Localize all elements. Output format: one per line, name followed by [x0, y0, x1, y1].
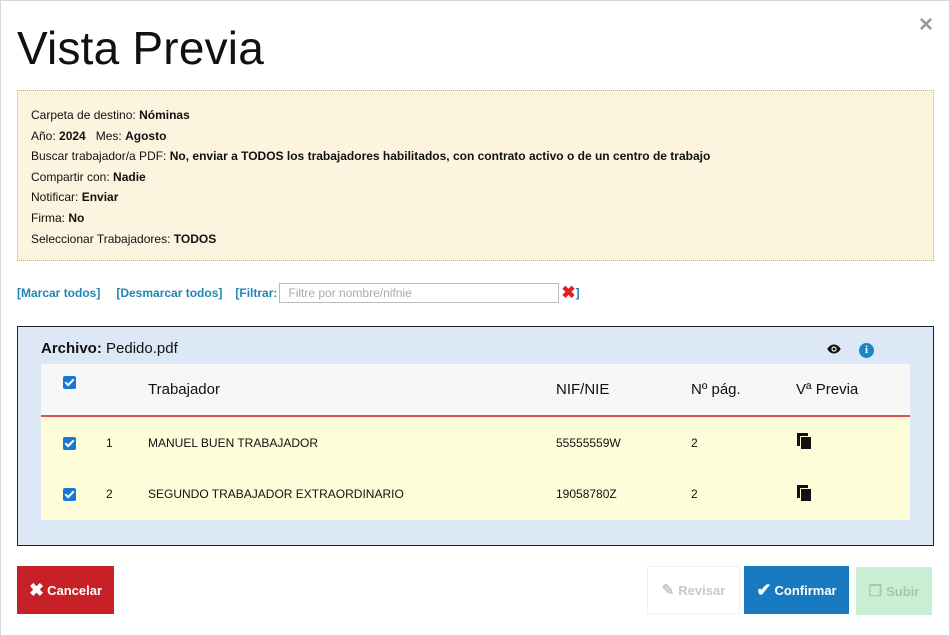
- cancel-button[interactable]: ✖ Cancelar: [17, 566, 114, 614]
- row-number: 1: [106, 435, 113, 450]
- info-icon[interactable]: i: [859, 343, 874, 358]
- table-row: 1 MANUEL BUEN TRABAJADOR 55555559W 2: [41, 417, 910, 468]
- file-name: Pedido.pdf: [106, 340, 178, 357]
- summary-notify: Notificar: Enviar: [31, 190, 119, 205]
- summary-share: Compartir con: Nadie: [31, 169, 146, 184]
- table-row: 2 SEGUNDO TRABAJADOR EXTRAORDINARIO 1905…: [41, 468, 910, 520]
- summary-sign: Firma: No: [31, 210, 85, 225]
- table-header: Trabajador NIF/NIE Nº pág. Vª Previa: [41, 364, 910, 417]
- file-panel: Archivo: Pedido.pdf i Trabajador NIF/NIE…: [17, 326, 934, 546]
- row-nif: 19058780Z: [556, 487, 617, 501]
- review-button[interactable]: ✎ Revisar: [647, 566, 740, 614]
- row-checkbox[interactable]: [63, 436, 76, 450]
- selection-controls: [Marcar todos] [Desmarcar todos] [Filtra…: [17, 283, 580, 303]
- header-preview: Vª Previa: [796, 381, 859, 398]
- row-pages: 2: [691, 435, 698, 450]
- filter-close-bracket: ]: [575, 286, 580, 300]
- header-worker: Trabajador: [148, 381, 220, 398]
- summary-box: Carpeta de destino: Nóminas Año: 2024 Me…: [17, 90, 934, 261]
- copy-icon: ❐: [868, 583, 883, 600]
- summary-select: Seleccionar Trabajadores: TODOS: [31, 231, 217, 246]
- eye-icon[interactable]: [827, 344, 841, 354]
- check-icon: ✔: [756, 579, 772, 600]
- unmark-all-link[interactable]: [Desmarcar todos]: [116, 286, 222, 300]
- copy-document-icon[interactable]: [797, 433, 812, 449]
- summary-period: Año: 2024 Mes: Agosto: [31, 128, 167, 143]
- copy-document-icon[interactable]: [797, 484, 812, 501]
- workers-table: Trabajador NIF/NIE Nº pág. Vª Previa 1 M…: [41, 364, 910, 520]
- filter-input[interactable]: [279, 283, 560, 303]
- row-nif: 55555559W: [556, 435, 621, 450]
- header-pages: Nº pág.: [691, 381, 741, 398]
- dialog-title: Vista Previa: [17, 22, 264, 74]
- summary-search: Buscar trabajador/a PDF: No, enviar a TO…: [31, 149, 711, 164]
- filter-label: [Filtrar:: [235, 286, 278, 300]
- clear-filter-icon[interactable]: ✖: [561, 283, 575, 303]
- pencil-icon: ✎: [661, 582, 675, 599]
- upload-button[interactable]: ❐ Subir: [856, 567, 932, 615]
- select-all-checkbox[interactable]: [63, 375, 76, 389]
- summary-folder: Carpeta de destino: Nóminas: [31, 108, 190, 122]
- close-button[interactable]: ×: [919, 13, 933, 37]
- row-name: MANUEL BUEN TRABAJADOR: [148, 435, 319, 450]
- mark-all-link[interactable]: [Marcar todos]: [17, 286, 100, 300]
- row-number: 2: [106, 487, 113, 501]
- row-checkbox[interactable]: [63, 488, 76, 502]
- confirm-button[interactable]: ✔ Confirmar: [744, 566, 849, 614]
- row-pages: 2: [691, 487, 698, 501]
- row-name: SEGUNDO TRABAJADOR EXTRAORDINARIO: [148, 487, 404, 501]
- header-nif: NIF/NIE: [556, 381, 610, 398]
- file-title: Archivo: Pedido.pdf: [41, 340, 178, 357]
- preview-dialog: × Vista Previa Carpeta de destino: Nómin…: [0, 0, 950, 636]
- close-icon: ✖: [28, 579, 45, 600]
